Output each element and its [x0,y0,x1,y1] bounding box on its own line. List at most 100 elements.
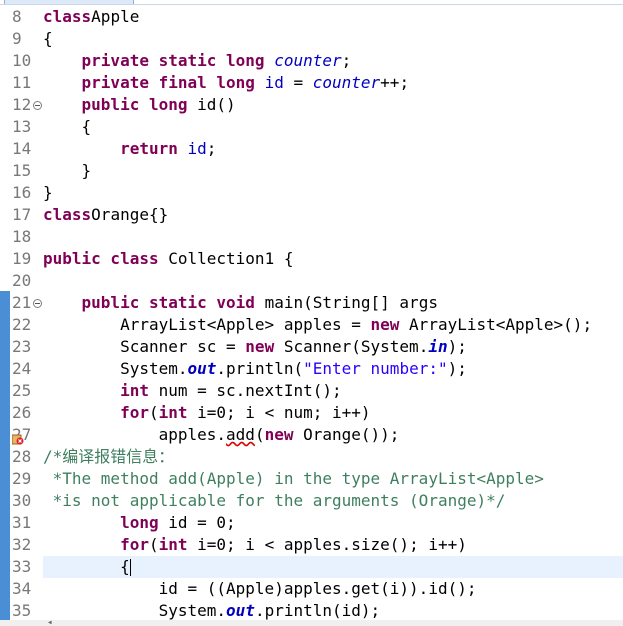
code-line[interactable]: return id; [43,138,623,160]
code-token: class [43,7,92,26]
code-line[interactable]: { [43,28,623,50]
code-token: out [187,359,217,378]
code-token: "Enter number:" [303,359,448,378]
code-line[interactable]: private final long id = counter++; [43,72,623,94]
code-token: id = ((Apple)apples.get(i)).id(); [43,579,477,598]
code-token: int [158,403,198,422]
horizontal-scrollbar[interactable]: ◀ [0,620,623,626]
line-number: 15 [12,161,32,180]
code-line[interactable]: public long id() [43,94,623,116]
code-token: class [43,205,92,224]
code-line[interactable]: id = ((Apple)apples.get(i)).id(); [43,578,623,600]
code-token: id = 0; [168,513,236,532]
text-caret [129,559,131,576]
line-number: 31 [12,513,32,532]
fold-toggle-icon[interactable] [33,101,42,110]
code-line[interactable]: public class Collection1 { [43,248,623,270]
code-token: long [120,513,169,532]
code-token: { [43,29,53,48]
code-editor[interactable]: classApple{ private static long counter;… [43,5,623,620]
code-line[interactable]: long id = 0; [43,512,623,534]
code-line[interactable]: System.out.println(id); [43,600,623,622]
code-line[interactable]: *is not applicable for the arguments (Or… [43,490,623,512]
code-token: *is not applicable for the arguments (Or… [43,491,506,510]
code-line[interactable]: for(int i=0; i < apples.size(); i++) [43,534,623,556]
code-token: ( [254,425,265,444]
line-number: 8 [12,7,22,26]
error-marker-icon[interactable] [11,430,24,445]
code-line[interactable]: *The method add(Apple) in the type Array… [43,468,623,490]
code-line[interactable]: for(int i=0; i < num; i++) [43,402,623,424]
line-number: 16 [12,183,32,202]
line-number: 24 [12,359,32,378]
code-token: System. [43,601,227,620]
line-number: 35 [12,601,32,620]
code-token: public static void [81,293,265,312]
code-line[interactable]: Scanner sc = new Scanner(System.in); [43,336,623,358]
code-token: } [43,161,92,180]
code-token: for [120,535,149,554]
code-token: public long [81,95,198,114]
line-number: 32 [12,535,32,554]
code-token: ( [148,403,159,422]
code-line[interactable]: } [43,160,623,182]
code-line[interactable]: /*编译报错信息： [43,446,623,468]
code-token: private final long [81,73,265,92]
code-token: return [120,139,188,158]
code-token: = [283,73,313,92]
code-token: *The method add(Apple) in the type Array… [43,469,544,488]
fold-toggle-icon[interactable] [33,299,42,308]
code-token: private static long [81,51,275,70]
code-token: ); [447,337,467,356]
code-token: counter [312,73,381,92]
code-token: ; [206,139,217,158]
code-token: in [428,337,448,356]
code-line[interactable]: } [43,182,623,204]
code-line[interactable]: classApple [43,6,623,28]
line-number: 19 [12,249,32,268]
code-line[interactable]: classOrange{} [43,204,623,226]
line-number: 22 [12,315,32,334]
line-number: 13 [12,117,32,136]
code-line[interactable]: System.out.println("Enter number:"); [43,358,623,380]
code-token: apples. [43,425,227,444]
code-line[interactable] [43,270,623,292]
code-token: id() [197,95,236,114]
code-token: { [43,117,92,136]
line-number: 17 [12,205,32,224]
code-token: Scanner(System. [283,337,429,356]
line-number: 33 [12,557,32,576]
code-token: int [158,535,198,554]
line-number: 30 [12,491,32,510]
code-line[interactable] [43,226,623,248]
code-line[interactable]: apples.add(new Orange()); [43,424,623,446]
line-number: 11 [12,73,32,92]
scroll-left-icon[interactable]: ◀ [48,620,52,626]
line-number: 18 [12,227,32,246]
code-token: id [187,139,207,158]
code-token: ArrayList<Apple>(); [409,315,593,334]
code-token: new [264,425,304,444]
line-number: 9 [12,29,22,48]
code-token: counter [274,51,342,70]
code-line[interactable]: { [43,116,623,138]
code-line[interactable]: public static void main(String[] args [43,292,623,314]
current-code-line[interactable]: { [43,556,623,578]
code-token: .println(id); [254,601,381,620]
code-token: new [245,337,284,356]
line-number: 28 [12,447,32,466]
code-token: add [226,425,255,444]
line-number: 25 [12,381,32,400]
code-line[interactable]: private static long counter; [43,50,623,72]
code-token: main(String[] [264,293,400,312]
code-line[interactable]: ArrayList<Apple> apples = new ArrayList<… [43,314,623,336]
code-line[interactable]: int num = sc.nextInt(); [43,380,623,402]
code-token: ++; [380,73,410,92]
code-token: new [370,315,410,334]
